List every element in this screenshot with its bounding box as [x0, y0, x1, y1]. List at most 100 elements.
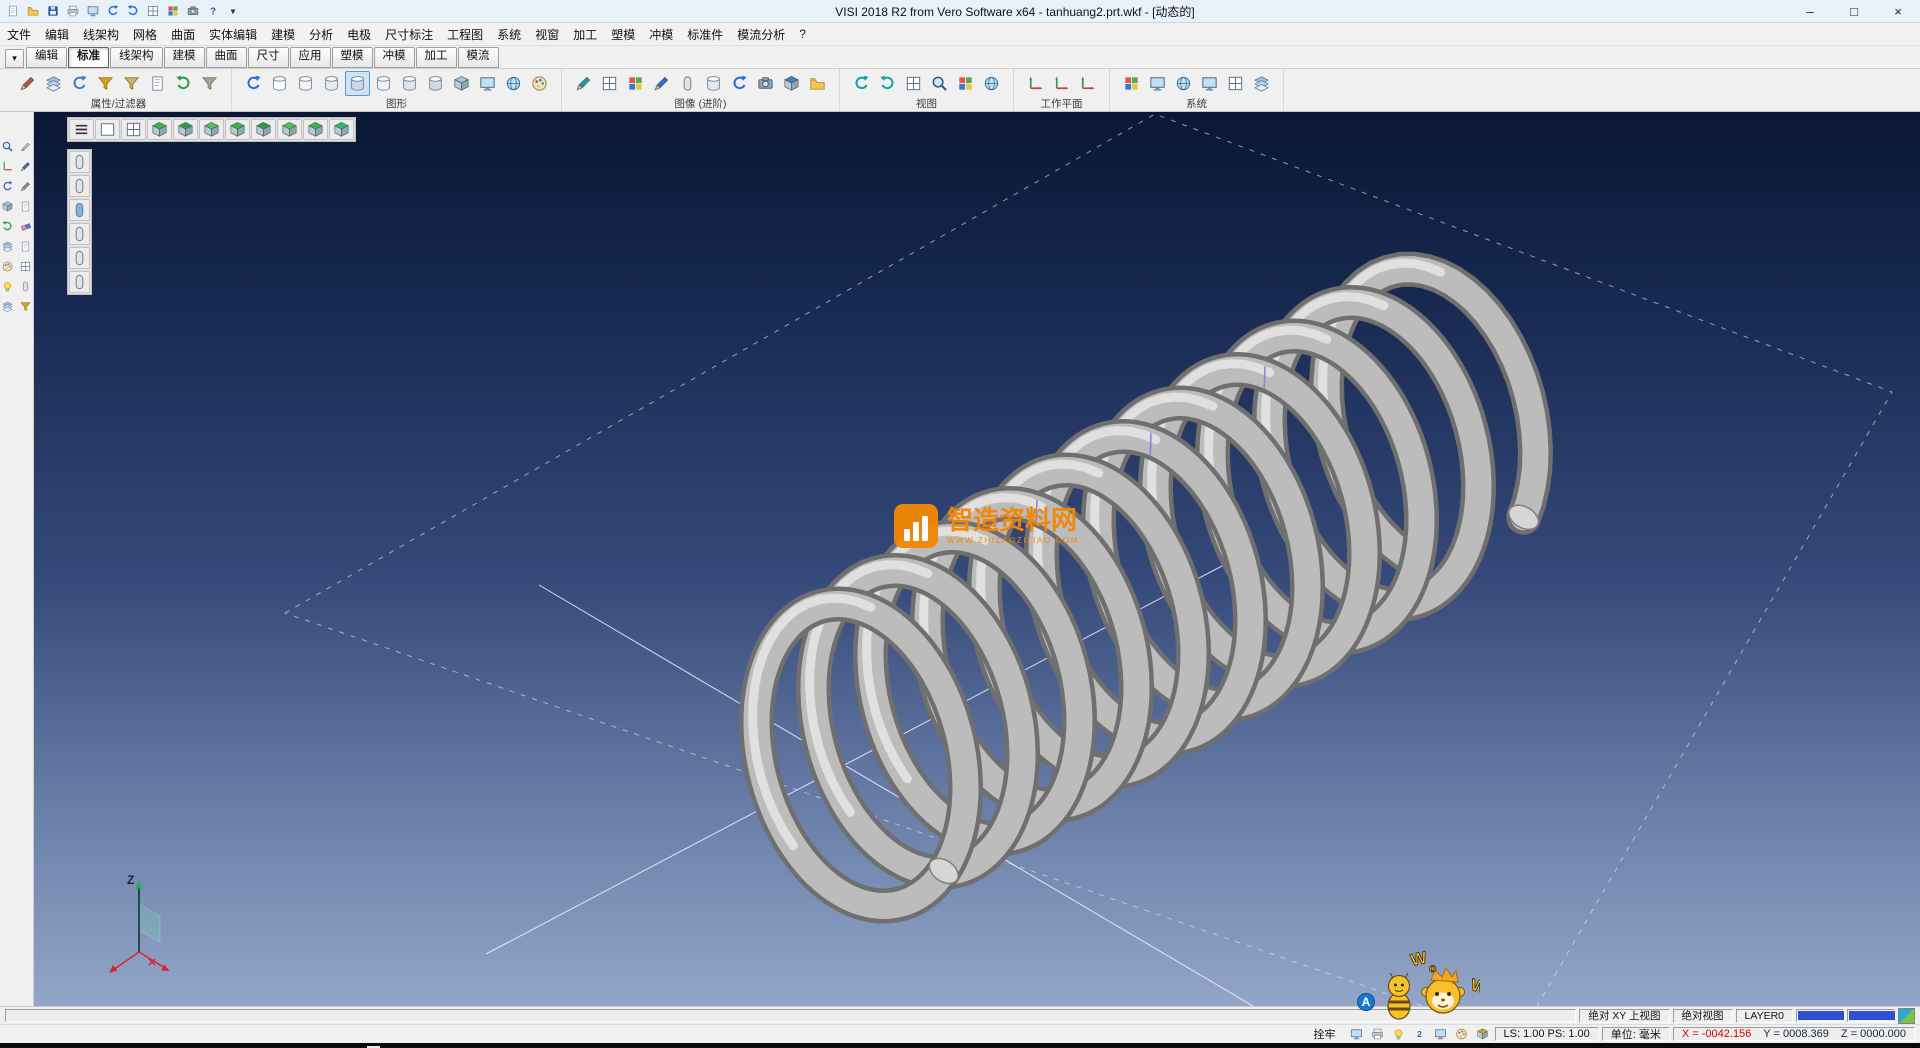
clip-view-4-button[interactable] — [69, 223, 90, 245]
attribute-match-icon[interactable] — [67, 71, 92, 96]
section-box-icon[interactable] — [449, 71, 474, 96]
copy-attributes-icon[interactable] — [41, 71, 66, 96]
menu-item-3[interactable]: 网格 — [126, 23, 164, 46]
update-image-icon[interactable] — [727, 71, 752, 96]
dashed-line-cylinder-icon[interactable] — [319, 71, 344, 96]
tab-0[interactable]: 编辑 — [26, 47, 67, 68]
spring-model[interactable] — [725, 263, 1543, 930]
iso-view-button[interactable] — [147, 119, 172, 140]
quick-access-dropdown-icon[interactable]: ▾ — [224, 3, 242, 19]
world-settings-icon[interactable] — [1171, 71, 1196, 96]
iso2-view-button[interactable] — [329, 119, 354, 140]
front-view-button[interactable] — [199, 119, 224, 140]
window-grid-icon[interactable] — [144, 3, 162, 19]
menu-item-16[interactable]: 标准件 — [680, 23, 730, 46]
pipe-icon[interactable] — [675, 71, 700, 96]
open-file-icon[interactable] — [24, 3, 42, 19]
shaded-cylinder-icon[interactable] — [345, 71, 370, 96]
menu-item-5[interactable]: 实体编辑 — [202, 23, 264, 46]
tab-7[interactable]: 塑模 — [332, 47, 373, 68]
dynamic-rotate-icon[interactable] — [849, 71, 874, 96]
menu-item-6[interactable]: 建模 — [264, 23, 302, 46]
status-display-icon[interactable] — [1347, 1026, 1366, 1042]
print-icon[interactable] — [64, 3, 82, 19]
workplane-icon[interactable] — [1023, 71, 1048, 96]
tab-5[interactable]: 尺寸 — [248, 47, 289, 68]
viewport-3d[interactable]: Z 智造资料网 WWW.ZHIZAOZILIAO.COM — [34, 112, 1920, 1006]
top-view-button[interactable] — [173, 119, 198, 140]
tab-10[interactable]: 模流 — [458, 47, 499, 68]
clip-view-2-button[interactable] — [69, 175, 90, 197]
edit-tool-icon[interactable] — [18, 179, 33, 194]
color-table-icon[interactable] — [164, 3, 182, 19]
regenerate-icon[interactable] — [241, 71, 266, 96]
pan-view-icon[interactable] — [875, 71, 900, 96]
cad-slab-icon[interactable] — [1249, 71, 1274, 96]
filter-edit-icon[interactable] — [119, 71, 144, 96]
redo-icon[interactable] — [124, 3, 142, 19]
rotate-view-tool-icon[interactable] — [0, 179, 15, 194]
back-view-button[interactable] — [277, 119, 302, 140]
zoom-tool-icon[interactable] — [0, 139, 15, 154]
edge-cylinder-icon[interactable] — [397, 71, 422, 96]
filter-apply-icon[interactable] — [171, 71, 196, 96]
notes-tool-icon[interactable] — [18, 239, 33, 254]
edit-attributes-icon[interactable] — [15, 71, 40, 96]
ghost-cylinder-icon[interactable] — [371, 71, 396, 96]
menu-item-4[interactable]: 曲面 — [164, 23, 202, 46]
graphics-screen-icon[interactable] — [475, 71, 500, 96]
menu-item-0[interactable]: 文件 — [0, 23, 38, 46]
view-mode-indicator[interactable]: 绝对 XY 上视图 — [1579, 1009, 1669, 1023]
menu-item-11[interactable]: 系统 — [490, 23, 528, 46]
minimize-button[interactable]: – — [1788, 0, 1832, 22]
zoom-extents-icon[interactable] — [927, 71, 952, 96]
wireframe-cylinder-icon[interactable] — [267, 71, 292, 96]
clip-view-1-button[interactable] — [69, 151, 90, 173]
tab-6[interactable]: 应用 — [290, 47, 331, 68]
erase-tool-icon[interactable] — [18, 219, 33, 234]
right-view-button[interactable] — [225, 119, 250, 140]
help-icon[interactable]: ? — [204, 3, 222, 19]
hidden-line-cylinder-icon[interactable] — [293, 71, 318, 96]
shade-sphere-icon[interactable] — [501, 71, 526, 96]
menu-item-1[interactable]: 编辑 — [38, 23, 76, 46]
previous-view-icon[interactable] — [953, 71, 978, 96]
tab-dropdown-button[interactable]: ▾ — [5, 49, 24, 68]
menu-item-9[interactable]: 尺寸标注 — [378, 23, 440, 46]
tab-9[interactable]: 加工 — [416, 47, 457, 68]
monitor-settings-icon[interactable] — [1197, 71, 1222, 96]
light-tool-icon[interactable] — [0, 279, 15, 294]
menu-item-7[interactable]: 分析 — [302, 23, 340, 46]
material-palette-icon[interactable] — [527, 71, 552, 96]
multi-window-icon[interactable] — [597, 71, 622, 96]
maximize-button[interactable]: □ — [1832, 0, 1876, 22]
status-color-chip[interactable] — [1898, 1008, 1915, 1024]
undo-icon[interactable] — [104, 3, 122, 19]
filter-list-icon[interactable] — [145, 71, 170, 96]
advanced-draw-icon[interactable] — [571, 71, 596, 96]
filter-clear-icon[interactable] — [197, 71, 222, 96]
four-view-button[interactable] — [121, 119, 146, 140]
system-display-icon[interactable] — [1145, 71, 1170, 96]
raster-grid-icon[interactable] — [623, 71, 648, 96]
colors-tool-icon[interactable] — [0, 259, 15, 274]
layers-tool-icon[interactable] — [0, 239, 15, 254]
menu-item-13[interactable]: 加工 — [566, 23, 604, 46]
tab-3[interactable]: 建模 — [164, 47, 205, 68]
menu-item-2[interactable]: 线架构 — [76, 23, 126, 46]
textured-cylinder-icon[interactable] — [423, 71, 448, 96]
clip-view-6-button[interactable] — [69, 271, 90, 293]
tab-4[interactable]: 曲面 — [206, 47, 247, 68]
snapshot-icon[interactable] — [184, 3, 202, 19]
filter-icon[interactable] — [93, 71, 118, 96]
menu-item-8[interactable]: 电极 — [340, 23, 378, 46]
new-file-icon[interactable] — [4, 3, 22, 19]
system-color-table-icon[interactable] — [1119, 71, 1144, 96]
workplane-edit-icon[interactable] — [1049, 71, 1074, 96]
workplane-align-icon[interactable] — [1075, 71, 1100, 96]
clip-view-3-button[interactable] — [69, 199, 90, 221]
view-layout-icon[interactable] — [901, 71, 926, 96]
named-views-icon[interactable] — [979, 71, 1004, 96]
menu-item-10[interactable]: 工程图 — [440, 23, 490, 46]
image-gallery-icon[interactable] — [805, 71, 830, 96]
